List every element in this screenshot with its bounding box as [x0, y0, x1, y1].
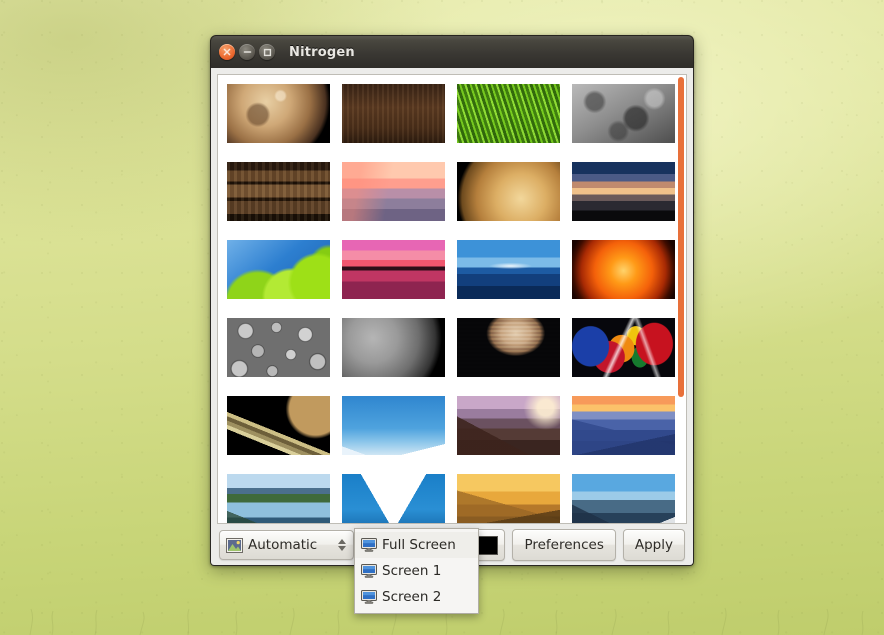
wallpaper-thumbnail: [457, 396, 560, 455]
wallpaper-item-orange-sun[interactable]: [572, 240, 675, 299]
wallpaper-item-clownfish-art[interactable]: [572, 318, 675, 377]
image-icon: [226, 537, 243, 553]
wallpaper-list-scrollbar[interactable]: [678, 77, 684, 521]
chevron-down-icon: [338, 546, 346, 551]
wallpaper-item-venus-planet[interactable]: [457, 162, 560, 221]
minimize-button[interactable]: [239, 44, 255, 60]
wallpaper-grid: [218, 75, 686, 523]
wallpaper-thumbnail: [457, 162, 560, 221]
wallpaper-thumbnail: [227, 318, 330, 377]
wallpaper-thumbnail: [342, 162, 445, 221]
maximize-icon: [263, 48, 271, 56]
monitor-icon: [361, 590, 377, 604]
close-button[interactable]: [219, 44, 235, 60]
wallpaper-item-green-leaves-sky[interactable]: [227, 240, 330, 299]
wallpaper-thumbnail: [342, 474, 445, 523]
maximize-button[interactable]: [259, 44, 275, 60]
menu-item-label: Screen 1: [382, 563, 442, 579]
wallpaper-list[interactable]: [217, 74, 687, 524]
window-title: Nitrogen: [289, 44, 355, 60]
wallpaper-thumbnail: [572, 474, 675, 523]
preferences-button-label: Preferences: [524, 537, 604, 553]
wallpaper-thumbnail: [457, 474, 560, 523]
chevron-up-icon: [338, 539, 346, 544]
menu-item-screen-1[interactable]: Screen 1: [355, 558, 478, 584]
wallpaper-thumbnail: [457, 318, 560, 377]
wallpaper-item-mountain-road-sunrise[interactable]: [457, 396, 560, 455]
wallpaper-item-wood-planks[interactable]: [227, 162, 330, 221]
window-body: Automatic Preferences Apply: [210, 68, 694, 566]
wallpaper-thumbnail: [572, 318, 675, 377]
wallpaper-thumbnail: [227, 240, 330, 299]
menu-item-label: Screen 2: [382, 589, 442, 605]
wallpaper-thumbnail: [572, 162, 675, 221]
wallpaper-item-snow-mountain-peak[interactable]: [342, 474, 445, 523]
menu-item-label: Full Screen: [382, 537, 456, 553]
screen-mode-value: Automatic: [248, 537, 318, 553]
screen-selection-menu[interactable]: Full Screen Screen 1 Screen 2: [354, 528, 479, 614]
wallpaper-thumbnail: [572, 396, 675, 455]
wallpaper-item-grey-pebbles[interactable]: [227, 318, 330, 377]
wallpaper-item-alpine-lake[interactable]: [227, 474, 330, 523]
wallpaper-thumbnail: [457, 84, 560, 143]
wallpaper-item-dark-wood-texture[interactable]: [342, 84, 445, 143]
minimize-icon: [243, 51, 251, 53]
menu-item-full-screen[interactable]: Full Screen: [355, 532, 478, 558]
wallpaper-thumbnail: [342, 240, 445, 299]
wallpaper-item-rocky-mountain-range[interactable]: [572, 474, 675, 523]
wallpaper-item-beach-dusk[interactable]: [572, 162, 675, 221]
wallpaper-thumbnail: [457, 240, 560, 299]
wallpaper-thumbnail: [342, 84, 445, 143]
wallpaper-item-moon-surface[interactable]: [572, 84, 675, 143]
wallpaper-item-magenta-sunset[interactable]: [342, 240, 445, 299]
combobox-spinner[interactable]: [338, 539, 348, 551]
wallpaper-thumbnail: [227, 396, 330, 455]
wallpaper-item-blue-ocean[interactable]: [457, 240, 560, 299]
wallpaper-thumbnail: [342, 318, 445, 377]
monitor-icon: [361, 564, 377, 578]
wallpaper-item-saturn-rings[interactable]: [227, 396, 330, 455]
apply-button-label: Apply: [634, 537, 673, 553]
apply-button[interactable]: Apply: [622, 529, 685, 561]
wallpaper-item-mars-planet[interactable]: [227, 84, 330, 143]
close-icon: [223, 48, 231, 56]
wallpaper-item-jupiter-planet[interactable]: [457, 318, 560, 377]
wallpaper-item-golden-hills[interactable]: [457, 474, 560, 523]
scrollbar-thumb[interactable]: [678, 77, 684, 397]
wallpaper-thumbnail: [572, 240, 675, 299]
screen-mode-combobox[interactable]: Automatic: [219, 530, 354, 560]
preferences-button[interactable]: Preferences: [512, 529, 616, 561]
wallpaper-item-snow-peaks-blue-sky[interactable]: [342, 396, 445, 455]
wallpaper-thumbnail: [227, 162, 330, 221]
menu-item-screen-2[interactable]: Screen 2: [355, 584, 478, 610]
wallpaper-thumbnail: [342, 396, 445, 455]
wallpaper-thumbnail: [227, 84, 330, 143]
wallpaper-item-green-grass[interactable]: [457, 84, 560, 143]
nitrogen-window: Nitrogen Automatic Preferences Apply: [210, 35, 694, 566]
monitor-icon: [361, 538, 377, 552]
wallpaper-thumbnail: [572, 84, 675, 143]
window-titlebar[interactable]: Nitrogen: [210, 35, 694, 68]
wallpaper-item-blue-mountain-layers[interactable]: [572, 396, 675, 455]
wallpaper-thumbnail: [227, 474, 330, 523]
wallpaper-item-grey-moon-crescent[interactable]: [342, 318, 445, 377]
wallpaper-item-pink-sunset-sea[interactable]: [342, 162, 445, 221]
